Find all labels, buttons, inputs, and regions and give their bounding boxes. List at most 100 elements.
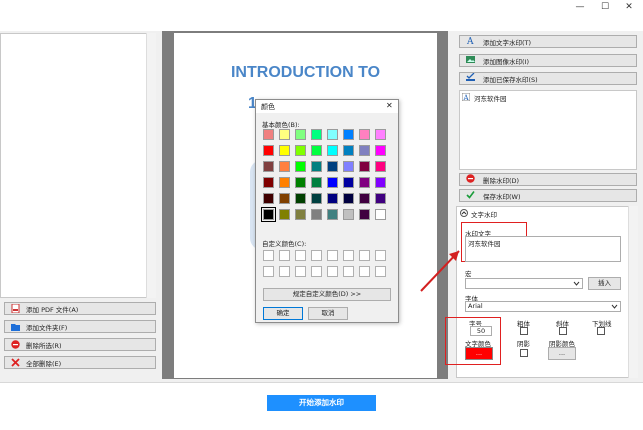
color-swatch[interactable]: [279, 209, 290, 220]
color-swatch[interactable]: [295, 129, 306, 140]
color-swatch[interactable]: [327, 193, 338, 204]
delete-watermark-button[interactable]: 删除水印(D): [459, 173, 637, 186]
color-swatch[interactable]: [359, 161, 370, 172]
italic-checkbox[interactable]: [559, 327, 567, 335]
color-swatch[interactable]: [311, 193, 322, 204]
dialog-close-icon[interactable]: ✕: [386, 101, 393, 110]
toolbar-area: [0, 16, 643, 31]
add-saved-watermark-button[interactable]: 添加已保存水印(S): [459, 72, 637, 85]
custom-color-slot[interactable]: [295, 266, 306, 277]
color-swatch[interactable]: [279, 161, 290, 172]
color-swatch[interactable]: [359, 209, 370, 220]
color-swatch[interactable]: [327, 177, 338, 188]
color-swatch[interactable]: [263, 193, 274, 204]
add-image-watermark-button[interactable]: 添加图像水印(I): [459, 54, 637, 67]
font-select[interactable]: Arial: [465, 301, 621, 312]
properties-scrollbar[interactable]: [628, 206, 638, 378]
custom-color-slot[interactable]: [279, 266, 290, 277]
color-swatch[interactable]: [343, 209, 354, 220]
add-folder-label: 添加文件夹(F): [26, 323, 68, 332]
delete-all-button[interactable]: 全部删除(E): [4, 356, 156, 369]
add-pdf-button[interactable]: 添加 PDF 文件(A): [4, 302, 156, 315]
color-swatch[interactable]: [279, 177, 290, 188]
color-swatch[interactable]: [311, 145, 322, 156]
color-swatch[interactable]: [359, 177, 370, 188]
color-swatch[interactable]: [343, 145, 354, 156]
color-swatch[interactable]: [279, 193, 290, 204]
color-swatch[interactable]: [263, 177, 274, 188]
color-swatch[interactable]: [295, 209, 306, 220]
add-image-watermark-label: 添加图像水印(I): [483, 57, 529, 66]
color-swatch[interactable]: [295, 177, 306, 188]
color-swatch[interactable]: [263, 145, 274, 156]
underline-checkbox[interactable]: [597, 327, 605, 335]
shadow-color-button[interactable]: ...: [548, 347, 576, 360]
color-swatch[interactable]: [261, 207, 276, 222]
watermark-list-item[interactable]: A 河东软件园: [461, 92, 507, 103]
color-swatch[interactable]: [327, 129, 338, 140]
color-swatch[interactable]: [375, 145, 386, 156]
custom-color-slot[interactable]: [343, 250, 354, 261]
color-swatch[interactable]: [327, 161, 338, 172]
color-swatch[interactable]: [311, 161, 322, 172]
custom-color-slot[interactable]: [311, 250, 322, 261]
insert-button[interactable]: 插入: [588, 277, 621, 290]
color-swatch[interactable]: [375, 209, 386, 220]
ok-button[interactable]: 确定: [263, 307, 303, 320]
custom-color-slot[interactable]: [311, 266, 322, 277]
color-swatch[interactable]: [343, 129, 354, 140]
custom-color-slot[interactable]: [263, 250, 274, 261]
custom-color-slot[interactable]: [343, 266, 354, 277]
color-swatch[interactable]: [359, 129, 370, 140]
custom-color-slot[interactable]: [359, 250, 370, 261]
file-list[interactable]: [0, 33, 150, 298]
color-swatch[interactable]: [327, 145, 338, 156]
color-swatch[interactable]: [263, 129, 274, 140]
font-size-input[interactable]: 50: [470, 326, 492, 336]
color-swatch[interactable]: [375, 193, 386, 204]
cancel-button[interactable]: 取消: [308, 307, 348, 320]
remove-selected-button[interactable]: 删除所选(R): [4, 338, 156, 351]
color-swatch[interactable]: [327, 209, 338, 220]
add-text-watermark-button[interactable]: A 添加文字水印(T): [459, 35, 637, 48]
color-swatch[interactable]: [311, 209, 322, 220]
custom-color-slot[interactable]: [279, 250, 290, 261]
shadow-checkbox[interactable]: [520, 349, 528, 357]
add-folder-button[interactable]: 添加文件夹(F): [4, 320, 156, 333]
define-custom-colors-button[interactable]: 规定自定义颜色(D) >>: [263, 288, 391, 301]
color-swatch[interactable]: [279, 129, 290, 140]
custom-color-slot[interactable]: [263, 266, 274, 277]
macro-select[interactable]: [465, 278, 583, 289]
maximize-icon[interactable]: ☐: [593, 0, 617, 16]
save-watermark-button[interactable]: 保存水印(W): [459, 189, 637, 202]
color-swatch[interactable]: [375, 161, 386, 172]
close-icon[interactable]: ✕: [617, 0, 641, 16]
color-swatch[interactable]: [311, 129, 322, 140]
bold-checkbox[interactable]: [520, 327, 528, 335]
text-color-button[interactable]: ...: [465, 347, 493, 360]
color-swatch[interactable]: [375, 177, 386, 188]
color-swatch[interactable]: [375, 129, 386, 140]
color-swatch[interactable]: [359, 193, 370, 204]
file-list-scrollbar[interactable]: [146, 33, 156, 298]
custom-color-slot[interactable]: [327, 266, 338, 277]
start-watermark-button[interactable]: 开始添加水印: [267, 395, 376, 411]
color-swatch[interactable]: [343, 161, 354, 172]
color-swatch[interactable]: [279, 145, 290, 156]
color-swatch[interactable]: [359, 145, 370, 156]
color-swatch[interactable]: [263, 161, 274, 172]
custom-color-slot[interactable]: [375, 250, 386, 261]
watermark-text-input[interactable]: 河东软件园: [465, 236, 621, 262]
color-swatch[interactable]: [343, 177, 354, 188]
color-swatch[interactable]: [343, 193, 354, 204]
minimize-icon[interactable]: —: [568, 0, 592, 16]
custom-color-slot[interactable]: [295, 250, 306, 261]
color-swatch[interactable]: [295, 145, 306, 156]
color-swatch[interactable]: [295, 193, 306, 204]
custom-color-slot[interactable]: [375, 266, 386, 277]
color-swatch[interactable]: [311, 177, 322, 188]
custom-color-slot[interactable]: [327, 250, 338, 261]
custom-color-slot[interactable]: [359, 266, 370, 277]
section-header[interactable]: 文字水印: [460, 209, 497, 219]
color-swatch[interactable]: [295, 161, 306, 172]
